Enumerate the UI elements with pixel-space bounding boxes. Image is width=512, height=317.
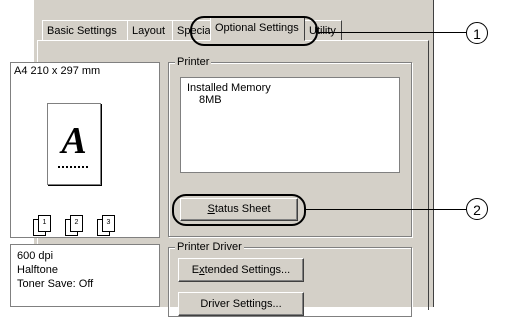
copies-icons: 1 2 3 bbox=[33, 215, 117, 236]
tab-layout[interactable]: Layout bbox=[127, 20, 173, 40]
paper-size-label: A4 210 x 297 mm bbox=[14, 65, 101, 77]
printer-group-label: Printer bbox=[175, 56, 212, 69]
copy-icon-1: 1 bbox=[33, 215, 53, 236]
installed-options-list[interactable]: Installed Memory 8MB bbox=[180, 77, 400, 173]
list-item: 8MB bbox=[199, 94, 222, 106]
summary-line: Halftone bbox=[17, 264, 58, 276]
printer-driver-group-label: Printer Driver bbox=[175, 241, 244, 254]
callout-line-1 bbox=[318, 32, 466, 33]
status-sheet-mnemonic: S bbox=[207, 203, 215, 215]
settings-summary: 600 dpi Halftone Toner Save: Off bbox=[10, 244, 160, 307]
callout-number-2: 2 bbox=[466, 198, 488, 220]
page-letter: A bbox=[61, 120, 87, 162]
tab-utility[interactable]: Utility bbox=[304, 20, 342, 40]
callout-number-1: 1 bbox=[466, 22, 488, 44]
driver-settings-button[interactable]: Driver Settings... bbox=[178, 292, 304, 316]
extended-settings-button[interactable]: Extended Settings... bbox=[178, 258, 304, 282]
summary-line: Toner Save: Off bbox=[17, 278, 94, 290]
status-sheet-button[interactable]: Status Sheet bbox=[180, 198, 298, 221]
list-item: Installed Memory bbox=[187, 82, 271, 94]
callout-line-2 bbox=[306, 209, 466, 210]
page-preview-icon: A bbox=[47, 103, 101, 185]
summary-line: 600 dpi bbox=[17, 250, 54, 262]
copy-icon-3: 3 bbox=[97, 215, 117, 236]
tab-optional-settings[interactable]: Optional Settings bbox=[210, 17, 305, 41]
page-preview: A4 210 x 297 mm A 1 2 3 bbox=[10, 62, 160, 238]
extended-prefix: E bbox=[191, 264, 200, 276]
page-dots bbox=[58, 166, 90, 168]
tab-basic-settings[interactable]: Basic Settings bbox=[42, 20, 128, 40]
copy-icon-2: 2 bbox=[65, 215, 85, 236]
extended-label: tended Settings... bbox=[204, 264, 291, 276]
status-sheet-label: tatus Sheet bbox=[214, 203, 271, 215]
